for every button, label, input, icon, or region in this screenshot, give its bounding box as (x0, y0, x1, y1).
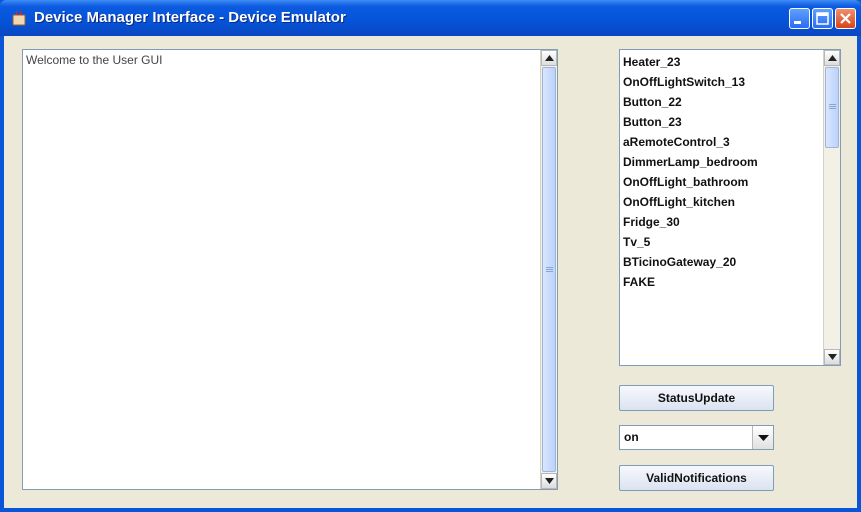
title-bar[interactable]: Device Manager Interface - Device Emulat… (0, 0, 861, 36)
console-scroll-thumb[interactable] (542, 67, 556, 472)
valid-notifications-button[interactable]: ValidNotifications (619, 465, 774, 491)
status-update-button[interactable]: StatusUpdate (619, 385, 774, 411)
window-title: Device Manager Interface - Device Emulat… (34, 9, 346, 26)
scroll-down-icon[interactable] (541, 473, 557, 489)
console-text: Welcome to the User GUI (26, 53, 163, 67)
state-select-value: on (624, 430, 639, 444)
list-item[interactable]: BTicinoGateway_20 (623, 255, 736, 269)
java-app-icon (12, 10, 28, 26)
device-list-scrollbar[interactable] (823, 50, 840, 365)
list-item[interactable]: OnOffLightSwitch_13 (623, 75, 745, 89)
list-item[interactable]: aRemoteControl_3 (623, 135, 730, 149)
list-item[interactable]: OnOffLight_kitchen (623, 195, 735, 209)
scroll-up-icon[interactable] (541, 50, 557, 66)
list-item[interactable]: FAKE (623, 275, 655, 289)
chevron-down-icon[interactable] (752, 426, 773, 449)
scroll-up-icon[interactable] (824, 50, 840, 66)
list-item[interactable]: Button_23 (623, 115, 682, 129)
list-item[interactable]: Button_22 (623, 95, 682, 109)
list-item[interactable]: OnOffLight_bathroom (623, 175, 748, 189)
device-list[interactable]: Heater_23 OnOffLightSwitch_13 Button_22 … (619, 49, 841, 366)
minimize-icon[interactable] (789, 8, 810, 29)
scroll-down-icon[interactable] (824, 349, 840, 365)
application-window: Device Manager Interface - Device Emulat… (0, 0, 861, 512)
state-select[interactable]: on (619, 425, 774, 450)
list-item[interactable]: Fridge_30 (623, 215, 680, 229)
console-text-area[interactable]: Welcome to the User GUI (22, 49, 558, 490)
maximize-icon[interactable] (812, 8, 833, 29)
console-scrollbar[interactable] (540, 50, 557, 489)
close-icon[interactable] (835, 8, 856, 29)
list-item[interactable]: Heater_23 (623, 55, 680, 69)
device-list-scroll-thumb[interactable] (825, 67, 839, 148)
list-item[interactable]: DimmerLamp_bedroom (623, 155, 758, 169)
content-panel: Welcome to the User GUI Heater_23 OnOffL… (4, 36, 857, 508)
list-item[interactable]: Tv_5 (623, 235, 650, 249)
